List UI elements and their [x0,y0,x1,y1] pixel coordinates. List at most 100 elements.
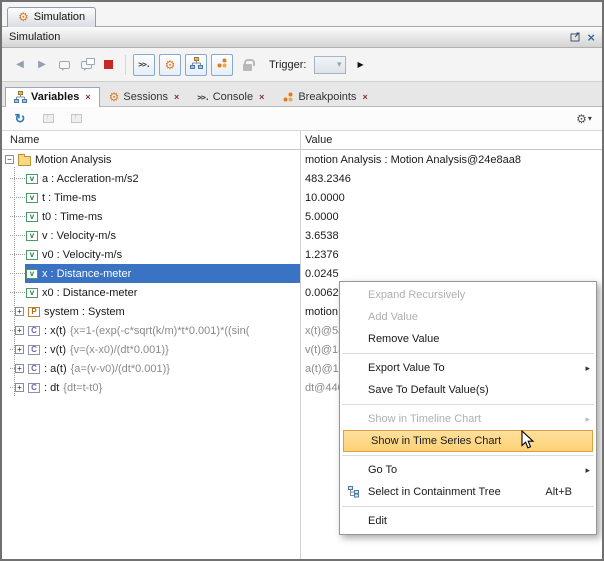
tree-expander[interactable]: + [15,326,24,335]
row-name-cell: + P system : System [2,302,300,321]
tree-guide-line [14,167,15,396]
menu-item-export-value-to[interactable]: Export Value To ▸ [340,357,596,379]
tree-expander[interactable]: + [15,307,24,316]
export-icon [43,114,54,123]
panel-titlebar: Simulation × [2,27,602,48]
simulation-config-toggle-button[interactable]: ⚙ [159,54,181,76]
table-row-v-velocity-m-s[interactable]: v v : Velocity-m/s 3.6538 [2,226,602,245]
tree-expander[interactable]: + [15,345,24,354]
tree-stub [10,197,25,198]
row-value: 0.0245 [300,268,602,280]
row-value: motion Analysis : Motion Analysis@24e8aa… [300,154,602,166]
menu-item-edit[interactable]: Edit [340,510,596,532]
row-name-cell: + C : a(t) {a=(v-v0)/(dt*0.001)} [2,359,300,378]
row-name-cell: v v0 : Velocity-m/s [2,245,300,264]
tree-expander[interactable]: + [15,364,24,373]
tab-console[interactable]: >>. Console × [188,87,273,106]
variables-toggle-button[interactable] [185,54,207,76]
row-name: system : System [44,306,125,318]
menu-separator [342,404,594,405]
row-name-cell: + C : v(t) {v=(x-x0)/(dt*0.001)} [2,340,300,359]
simulation-toolbar: ◀ ▶ >>. ⚙ Trigger: ▾ ▶ [2,48,602,82]
menu-item-expand-recursively[interactable]: Expand Recursively [340,284,596,306]
refresh-icon: ↻ [15,112,26,125]
export-button[interactable] [38,109,58,129]
menu-shortcut: Alt+B [545,486,572,498]
submenu-arrow-icon: ▸ [580,363,590,374]
resume-button[interactable]: ▶ [32,55,52,75]
menu-item-show-in-time-series-chart[interactable]: Show in Time Series Chart [343,430,593,452]
menu-item-remove-value[interactable]: Remove Value [340,328,596,350]
tab-close-icon[interactable]: × [259,92,264,102]
tab-sessions[interactable]: ⚙ Sessions × [100,87,189,106]
tree-stub [10,292,25,293]
mouse-cursor [521,430,535,453]
row-name: x : Distance-meter [42,268,131,280]
menu-item-select-in-containment-tree[interactable]: Select in Containment Tree Alt+B [340,481,596,503]
table-row-t-time-ms[interactable]: v t : Time-ms 10.0000 [2,188,602,207]
terminate-button[interactable] [98,55,118,75]
menu-item-go-to[interactable]: Go To ▸ [340,459,596,481]
row-value: 3.6538 [300,230,602,242]
save-defaults-button[interactable] [66,109,86,129]
tree-expander[interactable]: − [5,155,14,164]
breakpoints-toggle-button[interactable] [211,54,233,76]
row-name: a : Accleration-m/s2 [42,173,139,185]
tree-expander[interactable]: + [15,383,24,392]
value-property-icon: v [26,212,38,222]
value-property-icon: v [26,288,38,298]
breakpoints-icon [216,57,228,72]
tree-stub [10,235,25,236]
constraint-property-icon: C [28,364,40,374]
row-name-cell: v v : Velocity-m/s [2,226,300,245]
analysis-property-icon [18,156,31,166]
undock-icon[interactable] [570,32,581,42]
constraint-property-icon: C [28,326,40,336]
column-header-value[interactable]: Value [305,134,332,146]
menu-item-show-in-timeline-chart[interactable]: Show in Timeline Chart ▸ [340,408,596,430]
row-name: x0 : Distance-meter [42,287,137,299]
trigger-select[interactable]: ▾ [314,56,346,74]
row-name: t : Time-ms [42,192,96,204]
breakpoints-icon [282,91,294,103]
table-row-t0-time-ms[interactable]: v t0 : Time-ms 5.0000 [2,207,602,226]
row-name-cell: + C : x(t) {x=1-(exp(-c*sqrt(k/m)*t*0.00… [2,321,300,340]
tab-close-icon[interactable]: × [174,92,179,102]
table-row-v0-velocity-m-s[interactable]: v v0 : Velocity-m/s 1.2376 [2,245,602,264]
document-tab-simulation[interactable]: ⚙ Simulation [7,7,96,27]
toolbar-overflow-button[interactable]: ▶ [358,60,364,69]
lock-icon [243,64,252,71]
table-options-button[interactable]: ⚙▾ [574,109,594,129]
tab-variables[interactable]: Variables × [5,87,100,107]
variables-toolbar: ↻ ⚙▾ [2,107,602,131]
table-row-motion-analysis[interactable]: − Motion Analysis motion Analysis : Moti… [2,150,602,169]
row-name: : a(t) [44,363,67,375]
console-icon: >>. [138,60,149,69]
toolbar-separator [125,55,126,75]
lock-button[interactable] [237,55,257,75]
value-property-icon: v [26,269,38,279]
options-dropdown-icon: ▾ [588,114,592,123]
close-icon[interactable]: × [587,31,595,44]
context-menu: Expand Recursively Add Value Remove Valu… [339,281,597,535]
column-separator[interactable] [300,131,301,559]
step-back-button[interactable]: ◀ [10,55,30,75]
row-value: 5.0000 [300,211,602,223]
table-row-a-accleration-m-s2[interactable]: v a : Accleration-m/s2 483.2346 [2,169,602,188]
menu-item-add-value[interactable]: Add Value [340,306,596,328]
column-header-name[interactable]: Name [10,134,39,146]
tab-close-icon[interactable]: × [362,92,367,102]
animation-speed-button[interactable] [54,55,74,75]
refresh-button[interactable]: ↻ [10,109,30,129]
tab-breakpoints[interactable]: Breakpoints × [273,87,376,106]
simulation-gear-icon: ⚙ [18,11,29,23]
tab-close-icon[interactable]: × [85,92,90,102]
console-toggle-button[interactable]: >>. [133,54,155,76]
row-expression: {x=1-(exp(-c*sqrt(k/m)*t*0.001)*((sin( [70,325,249,337]
variables-icon [14,91,27,103]
save-defaults-icon [71,114,82,123]
messages-button[interactable] [76,55,96,75]
submenu-arrow-icon: ▸ [580,465,590,476]
sessions-icon: ⚙ [109,91,120,103]
menu-item-save-to-default-value-s[interactable]: Save To Default Value(s) [340,379,596,401]
